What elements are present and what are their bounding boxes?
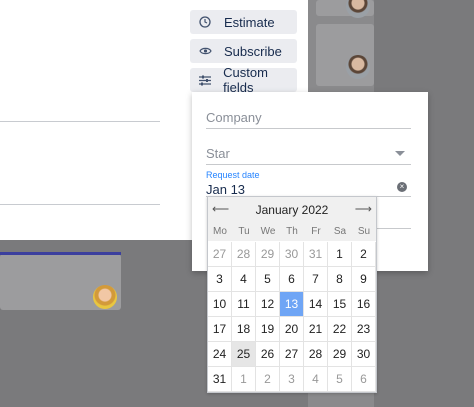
calendar-day[interactable]: 28: [232, 242, 256, 267]
calendar-day[interactable]: 6: [280, 267, 304, 292]
calendar-day[interactable]: 25: [232, 342, 256, 367]
month-label: January 2022: [255, 203, 329, 217]
calendar-day[interactable]: 26: [256, 342, 280, 367]
custom-fields-label: Custom fields: [223, 65, 268, 95]
request-date-label: Request date: [206, 170, 260, 180]
calendar-day[interactable]: 27: [280, 342, 304, 367]
card-accent-bar: [0, 252, 121, 255]
calendar-day[interactable]: 4: [304, 367, 328, 392]
calendar-day[interactable]: 21: [304, 317, 328, 342]
request-date-field[interactable]: Request date Jan 13 ×: [206, 170, 411, 198]
subscribe-button[interactable]: Subscribe: [190, 39, 297, 63]
calendar-day[interactable]: 23: [352, 317, 376, 342]
subscribe-label: Subscribe: [224, 43, 282, 59]
board-card[interactable]: [316, 24, 374, 86]
calendar-day[interactable]: 2: [256, 367, 280, 392]
weekday-label: Fr: [311, 226, 321, 237]
clock-icon: [198, 15, 212, 29]
assignee-avatar: [346, 55, 370, 79]
request-date-value[interactable]: Jan 13: [206, 182, 411, 197]
calendar-day[interactable]: 3: [208, 267, 232, 292]
date-picker: ⟵ January 2022 ⟶ Mo Tu We Th Fr Sa Su 27…: [207, 196, 377, 393]
calendar-day[interactable]: 22: [328, 317, 352, 342]
chevron-down-icon[interactable]: [395, 151, 405, 156]
calendar-day[interactable]: 31: [208, 367, 232, 392]
description-divider: [0, 121, 160, 122]
calendar-day[interactable]: 18: [232, 317, 256, 342]
calendar-day[interactable]: 8: [328, 267, 352, 292]
calendar-day[interactable]: 9: [352, 267, 376, 292]
calendar-day[interactable]: 29: [328, 342, 352, 367]
weekday-label: Sa: [333, 226, 347, 237]
calendar-day[interactable]: 24: [208, 342, 232, 367]
assignee-avatar: [93, 285, 117, 309]
calendar-day[interactable]: 10: [208, 292, 232, 317]
company-placeholder: Company: [206, 110, 262, 125]
calendar-day[interactable]: 5: [256, 267, 280, 292]
calendar-day[interactable]: 27: [208, 242, 232, 267]
calendar-day[interactable]: 29: [256, 242, 280, 267]
custom-fields-button[interactable]: Custom fields: [190, 65, 297, 95]
calendar-day[interactable]: 30: [280, 242, 304, 267]
calendar-day[interactable]: 3: [280, 367, 304, 392]
weekday-label: Mo: [213, 226, 227, 237]
calendar-day[interactable]: 12: [256, 292, 280, 317]
calendar-day[interactable]: 14: [304, 292, 328, 317]
company-field[interactable]: Company: [206, 110, 411, 130]
date-picker-header: ⟵ January 2022 ⟶: [208, 197, 376, 223]
star-underline: [206, 164, 411, 165]
weekday-label: Tu: [238, 226, 250, 237]
calendar-day[interactable]: 17: [208, 317, 232, 342]
estimate-button[interactable]: Estimate: [190, 10, 297, 34]
company-underline: [206, 128, 411, 129]
calendar-day[interactable]: 15: [328, 292, 352, 317]
calendar-day[interactable]: 4: [232, 267, 256, 292]
calendar-day[interactable]: 1: [232, 367, 256, 392]
calendar-day[interactable]: 11: [232, 292, 256, 317]
calendar-day[interactable]: 31: [304, 242, 328, 267]
weekday-label: Th: [286, 226, 298, 237]
estimate-label: Estimate: [224, 14, 275, 30]
calendar-day[interactable]: 2: [352, 242, 376, 267]
next-field-underline: [377, 228, 411, 229]
star-select[interactable]: Star: [206, 146, 411, 166]
next-month-icon[interactable]: ⟶: [355, 202, 372, 216]
weekday-label: Su: [357, 226, 371, 237]
calendar-day[interactable]: 6: [352, 367, 376, 392]
calendar-day[interactable]: 19: [256, 317, 280, 342]
calendar-day[interactable]: 16: [352, 292, 376, 317]
clear-icon[interactable]: ×: [397, 182, 407, 192]
weekday-row: Mo Tu We Th Fr Sa Su: [208, 223, 376, 241]
weekday-label: We: [260, 226, 276, 237]
calendar-day-selected[interactable]: 13: [280, 292, 304, 317]
calendar-day[interactable]: 5: [328, 367, 352, 392]
eye-icon: [198, 44, 212, 58]
calendar-day[interactable]: 30: [352, 342, 376, 367]
calendar-day[interactable]: 28: [304, 342, 328, 367]
day-grid: 27 28 29 30 31 1 2 3 4 5 6 7 8 9 10 11 12 13 14 15 16 17 18 19 2…: [208, 242, 376, 392]
calendar-day[interactable]: 7: [304, 267, 328, 292]
sliders-icon: [198, 73, 211, 87]
star-placeholder: Star: [206, 146, 230, 161]
calendar-day[interactable]: 20: [280, 317, 304, 342]
comment-divider: [0, 204, 160, 205]
calendar-day[interactable]: 1: [328, 242, 352, 267]
